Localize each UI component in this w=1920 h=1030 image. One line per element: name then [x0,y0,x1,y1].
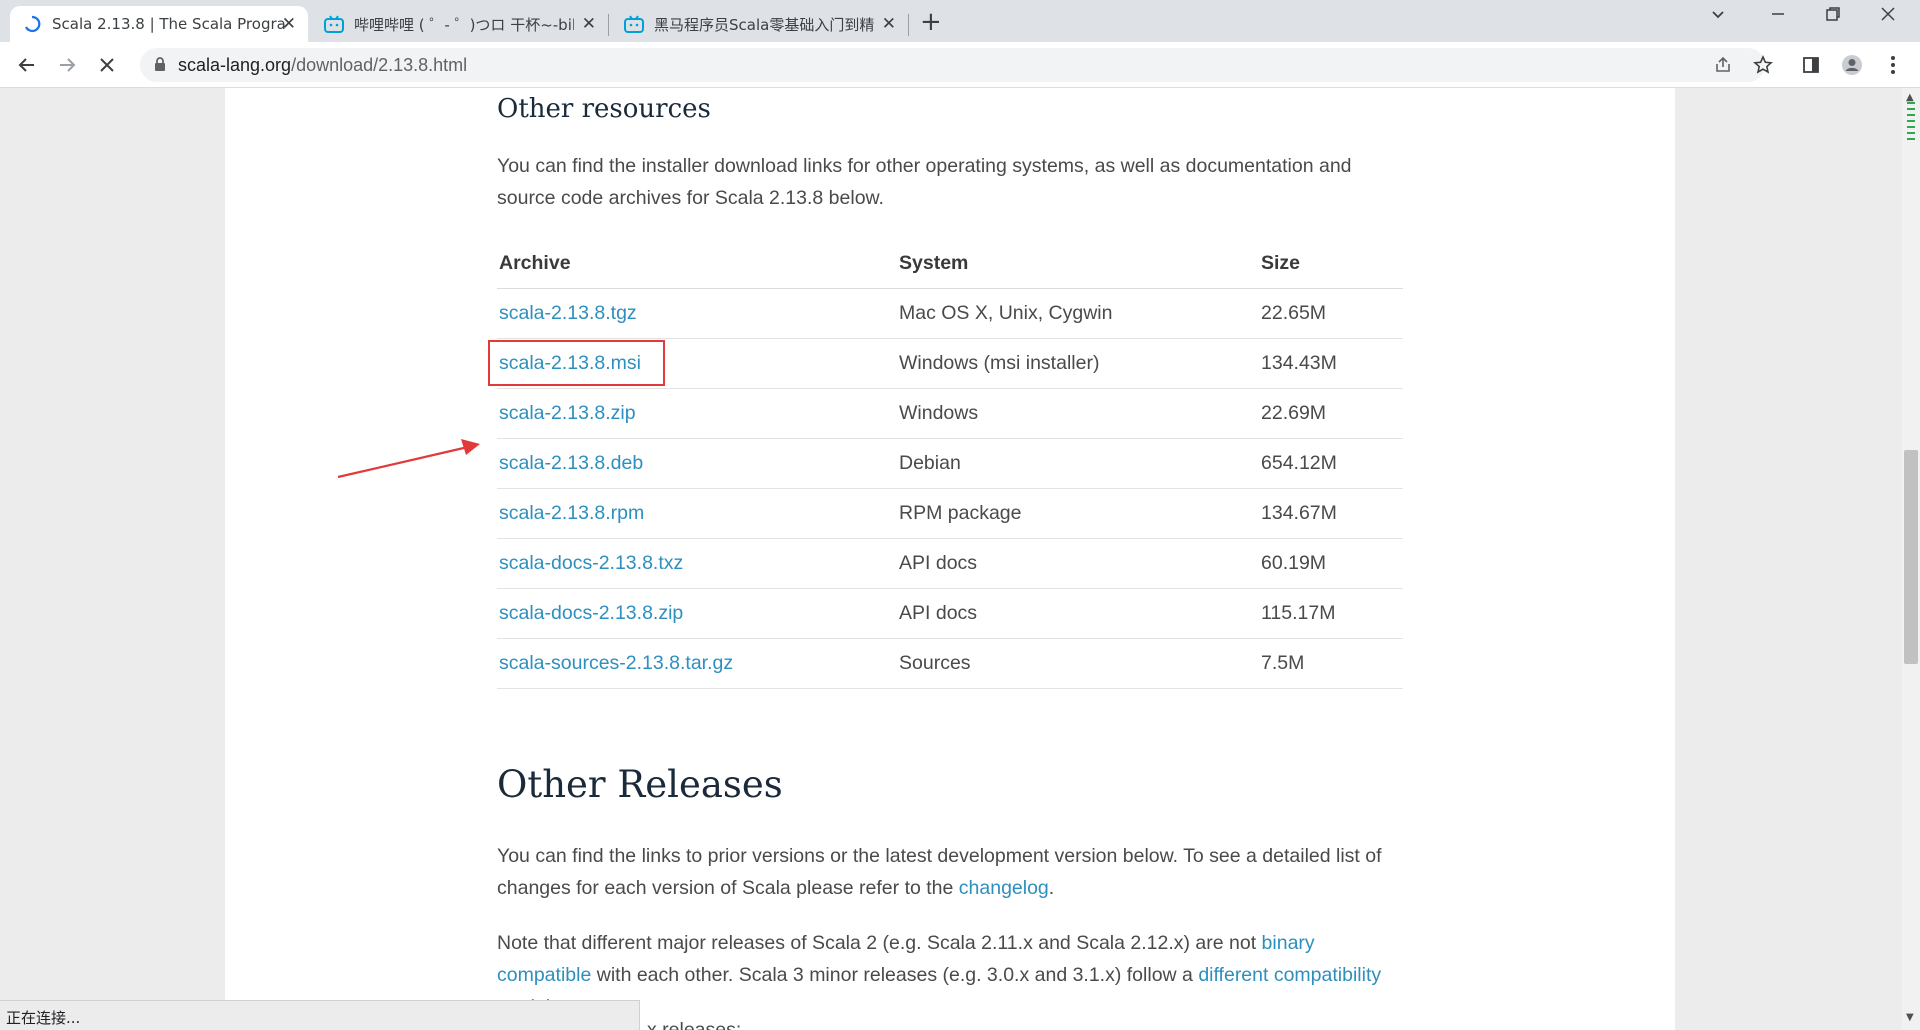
browser-toolbar: scala-lang.org/download/2.13.8.html [0,42,1920,88]
close-tab-icon[interactable]: ✕ [282,14,296,34]
scroll-marker [1907,120,1915,122]
size-cell: 60.19M [1259,538,1403,589]
back-arrow-icon[interactable] [12,50,42,80]
url-text[interactable]: scala-lang.org/download/2.13.8.html [178,55,467,76]
other-resources-heading: Other resources [497,94,711,124]
table-row: scala-2.13.8.deb Debian 654.12M [497,438,1403,489]
tab-strip: Scala 2.13.8 | The Scala Progra ✕ 哔哩哔哩 (… [0,0,1920,42]
table-row: scala-sources-2.13.8.tar.gz Sources 7.5M [497,638,1403,689]
downloads-table: Archive System Size scala-2.13.8.tgz Mac … [497,240,1403,689]
page-viewport: Other resources You can find the install… [0,88,1902,1030]
archive-link[interactable]: scala-2.13.8.rpm [499,502,644,524]
tab-bilibili[interactable]: 哔哩哔哩 ( ゜- ゜)つロ 干杯~-bilil ✕ [312,6,608,42]
bookmark-star-icon[interactable] [1748,50,1778,80]
system-cell: API docs [897,588,1259,639]
size-column-header: Size [1259,240,1403,289]
annotation-arrow-icon [337,439,480,479]
system-cell: Sources [897,638,1259,689]
table-row: scala-2.13.8.tgz Mac OS X, Unix, Cygwin 22… [497,288,1403,339]
share-icon[interactable] [1708,50,1738,80]
size-cell: 7.5M [1259,638,1403,689]
tab-divider [608,14,609,36]
archive-link[interactable]: scala-2.13.8.tgz [499,302,637,324]
scroll-marker [1907,108,1915,110]
changelog-link[interactable]: changelog [959,877,1049,899]
size-cell: 134.67M [1259,488,1403,539]
new-tab-button[interactable]: + [920,7,942,37]
scroll-down-arrow-icon[interactable]: ▼ [1906,1012,1914,1023]
resources-intro: You can find the installer download link… [497,155,1352,209]
archive-link[interactable]: scala-2.13.8.zip [499,402,636,424]
table-row: scala-docs-2.13.8.zip API docs 115.17M [497,588,1403,639]
scroll-marker [1907,138,1915,140]
restore-button[interactable] [1825,6,1841,27]
other-releases-heading: Other Releases [497,763,783,806]
archive-link[interactable]: scala-sources-2.13.8.tar.gz [499,652,733,674]
close-tab-icon[interactable]: ✕ [882,14,896,34]
profile-avatar-icon[interactable] [1837,50,1867,80]
tab-title: Scala 2.13.8 | The Scala Progra [52,15,286,33]
table-row: scala-2.13.8.rpm RPM package 134.67M [497,488,1403,539]
table-header-row: Archive System Size [497,240,1403,289]
scroll-marker [1907,102,1915,104]
system-cell: Windows [897,388,1259,439]
scrollbar-thumb[interactable] [1904,450,1918,664]
tab-scala[interactable]: Scala 2.13.8 | The Scala Progra ✕ [10,6,308,42]
tab-search-icon[interactable] [1710,6,1726,27]
tab-title: 哔哩哔哩 ( ゜- ゜)つロ 干杯~-bilil [354,15,574,34]
archive-link[interactable]: scala-docs-2.13.8.zip [499,602,683,624]
releases-paragraph-1: You can find the links to prior versions… [497,845,1382,899]
size-cell: 134.43M [1259,338,1403,389]
size-cell: 22.69M [1259,388,1403,439]
minimize-button[interactable] [1770,6,1786,27]
menu-kebab-icon[interactable] [1878,50,1908,80]
scroll-marker [1907,126,1915,128]
system-cell: Mac OS X, Unix, Cygwin [897,288,1259,339]
side-panel-icon[interactable] [1796,50,1826,80]
system-cell: RPM package [897,488,1259,539]
content-card: Other resources You can find the install… [225,88,1675,1030]
address-bar[interactable]: scala-lang.org/download/2.13.8.html [140,48,1765,82]
table-row: scala-2.13.8.zip Windows 22.69M [497,388,1403,439]
lock-icon[interactable] [154,57,166,76]
stop-loading-icon[interactable] [92,50,122,80]
tab-divider [908,14,909,36]
archive-link[interactable]: scala-2.13.8.deb [499,452,643,474]
system-cell: API docs [897,538,1259,589]
forward-arrow-icon[interactable] [52,50,82,80]
system-column-header: System [897,240,1259,289]
status-bar: 正在连接... [0,1000,640,1030]
vertical-scrollbar[interactable]: ▲ ▼ [1902,88,1920,1030]
bilibili-icon [624,14,644,34]
scroll-marker [1907,114,1915,116]
system-cell: Windows (msi installer) [897,338,1259,389]
system-cell: Debian [897,438,1259,489]
table-row: scala-docs-2.13.8.txz API docs 60.19M [497,538,1403,589]
scroll-marker [1907,132,1915,134]
size-cell: 115.17M [1259,588,1403,639]
close-tab-icon[interactable]: ✕ [582,14,596,34]
close-window-button[interactable] [1880,6,1896,27]
size-cell: 22.65M [1259,288,1403,339]
tab-heima[interactable]: 黑马程序员Scala零基础入门到精 ✕ [612,6,908,42]
loading-spinner-icon [22,14,42,34]
archive-link[interactable]: scala-docs-2.13.8.txz [499,552,683,574]
size-cell: 654.12M [1259,438,1403,489]
releases-paragraph-3-partial: x releases: [647,1019,742,1030]
tab-title: 黑马程序员Scala零基础入门到精 [654,15,874,34]
bilibili-icon [324,14,344,34]
highlight-box [488,340,665,386]
archive-column-header: Archive [497,240,897,289]
